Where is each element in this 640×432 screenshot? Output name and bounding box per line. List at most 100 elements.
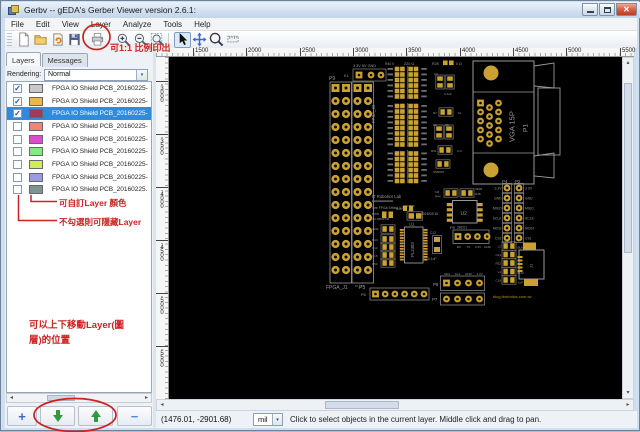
scrollbar-thumb[interactable]: [47, 395, 75, 401]
canvas-vscrollbar[interactable]: ▴ ▾: [622, 57, 634, 399]
layer-checkbox[interactable]: ✓: [13, 96, 22, 106]
save-button[interactable]: [66, 32, 83, 48]
menu-view[interactable]: View: [56, 20, 85, 29]
zoom-tool-button[interactable]: [208, 32, 225, 48]
pan-tool-button[interactable]: [191, 32, 208, 48]
scroll-right-icon[interactable]: ▸: [142, 394, 151, 402]
ref-label: R49: [396, 207, 402, 211]
ruler-tick-label: 2500: [302, 48, 316, 54]
open-button[interactable]: [32, 32, 49, 48]
close-button[interactable]: ✕: [616, 3, 637, 16]
silkscreen-p7: P7: [432, 297, 438, 302]
menu-layer[interactable]: Layer: [85, 20, 117, 29]
silkscreen-lab: IT Robotics Lab: [372, 194, 402, 199]
layer-row[interactable]: FPGA IO Shield PCB_20160225.: [7, 184, 151, 197]
layer-color-swatch[interactable]: [29, 159, 43, 169]
add-layer-button[interactable]: +: [7, 406, 37, 426]
layer-color-swatch[interactable]: [29, 147, 43, 157]
layer-checkbox[interactable]: [13, 147, 22, 157]
rendering-select[interactable]: Normal ▾: [44, 68, 148, 81]
move-layer-note-line1: 可以上下移動Layer(圖: [29, 320, 125, 331]
layer-checkbox[interactable]: [13, 172, 22, 182]
layer-color-swatch[interactable]: [29, 109, 43, 119]
menu-tools[interactable]: Tools: [157, 20, 188, 29]
menu-file[interactable]: File: [5, 20, 30, 29]
remove-layer-button[interactable]: −: [117, 406, 152, 426]
layer-color-swatch[interactable]: [29, 172, 43, 182]
scroll-up-icon[interactable]: ▴: [623, 58, 633, 68]
minimize-button[interactable]: [582, 3, 598, 16]
tab-messages[interactable]: Messages: [41, 53, 88, 67]
app-icon: [8, 4, 19, 16]
scroll-left-icon[interactable]: ◂: [7, 394, 16, 402]
scrollbar-thumb[interactable]: [325, 401, 399, 409]
layer-row-selected[interactable]: ✓ FPGA IO Shield PCB_20160225-: [7, 107, 151, 121]
layer-row[interactable]: ✓ FPGA IO Shield PCB_20160225-: [7, 82, 151, 95]
pin-label: 3.3V: [476, 272, 482, 276]
layer-label: FPGA IO Shield PCB_20160225-: [52, 148, 148, 156]
scroll-down-icon[interactable]: ▾: [623, 388, 633, 398]
menu-help[interactable]: Help: [188, 20, 216, 29]
layer-row[interactable]: ✓ FPGA IO Shield PCB_20160225-: [7, 95, 151, 108]
layer-row[interactable]: FPGA IO Shield PCB_20160225-: [7, 133, 151, 146]
layer-checkbox[interactable]: [13, 134, 22, 144]
pin-label: MOSI: [525, 226, 534, 230]
layer-color-swatch[interactable]: [29, 134, 43, 144]
silkscreen-c3v: 0.1uF: [444, 92, 452, 96]
ref-label: RA0: [372, 238, 378, 242]
canvas-hscrollbar[interactable]: ◂ ▸: [156, 399, 634, 411]
move-layer-up-button[interactable]: [78, 406, 113, 426]
status-bar: (1476.01, -2901.68) mil ▾ Click to selec…: [156, 411, 637, 428]
pin-label: TX: [467, 245, 471, 249]
layer-checkbox[interactable]: [13, 159, 22, 169]
ruler-tick-label: -5000: [159, 294, 165, 314]
ref-label: C21: [495, 253, 501, 257]
scrollbar-thumb[interactable]: [624, 83, 632, 253]
pin-label: SCLK: [525, 216, 535, 220]
layer-color-swatch[interactable]: [29, 185, 43, 195]
gerber-canvas[interactable]: P9 FPGA_IO FPGA_J1 P3 3.3V 5V GND K1 R40…: [169, 57, 622, 399]
vga-connector: VGA 15P P1: [472, 60, 561, 185]
silkscreen-220ohm: 220 Ω: [404, 62, 414, 66]
silkscreen-io: IO_CH: [355, 284, 364, 288]
tab-layers[interactable]: Layers: [6, 52, 41, 66]
rendering-label: Rendering:: [7, 71, 42, 78]
scroll-left-icon[interactable]: ◂: [157, 400, 167, 410]
ruler-tick-label: -5500: [159, 347, 165, 367]
layer-color-swatch[interactable]: [29, 96, 43, 106]
silkscreen-p9: P9: [329, 76, 335, 82]
menu-analyze[interactable]: Analyze: [117, 20, 157, 29]
pin-label: MISO: [493, 206, 502, 210]
layer-label: FPGA IO Shield PCB_20160225-: [52, 110, 148, 118]
pointer-tool-button[interactable]: [174, 31, 191, 48]
units-select[interactable]: mil ▾: [253, 413, 283, 426]
print-button[interactable]: [89, 32, 106, 48]
silkscreen-r1k: 1k: [458, 111, 462, 115]
layer-list-hscrollbar[interactable]: ◂ ▸: [6, 393, 152, 403]
layer-color-swatch[interactable]: [29, 121, 43, 131]
ruler-tick-label: 3000: [355, 48, 369, 54]
layer-checkbox[interactable]: ✓: [13, 83, 22, 93]
open-folder-icon: [34, 35, 47, 45]
scroll-right-icon[interactable]: ▸: [623, 400, 633, 410]
ruler-tick-label: 5500: [622, 48, 636, 54]
layer-row[interactable]: FPGA IO Shield PCB_20160225-: [7, 171, 151, 184]
layer-list: ✓ FPGA IO Shield PCB_20160225- ✓ FPGA IO S…: [6, 81, 152, 393]
pin-label: MOSI: [493, 226, 502, 230]
measure-tool-button[interactable]: [225, 32, 242, 48]
layer-row[interactable]: FPGA IO Shield PCB_20160225-: [7, 145, 151, 158]
toolbar-grip[interactable]: [7, 33, 12, 46]
maximize-button[interactable]: [599, 3, 615, 16]
layer-checkbox[interactable]: [13, 185, 22, 195]
layer-checkbox[interactable]: [13, 121, 22, 131]
layer-row[interactable]: FPGA IO Shield PCB_20160225-: [7, 158, 151, 171]
menu-edit[interactable]: Edit: [30, 20, 56, 29]
move-layer-down-button[interactable]: [40, 406, 75, 426]
layer-row[interactable]: FPGA IO Shield PCB_20160225-: [7, 120, 151, 133]
layer-checkbox[interactable]: ✓: [13, 109, 22, 119]
new-button[interactable]: [15, 32, 32, 48]
revert-button[interactable]: [49, 32, 66, 48]
title-bar[interactable]: Gerbv -- gEDA's Gerber Viewer version 2.…: [2, 2, 640, 18]
layer-color-swatch[interactable]: [29, 83, 43, 93]
layers-panel: Layers Messages Rendering: Normal ▾ ✓ FPG…: [5, 48, 153, 428]
